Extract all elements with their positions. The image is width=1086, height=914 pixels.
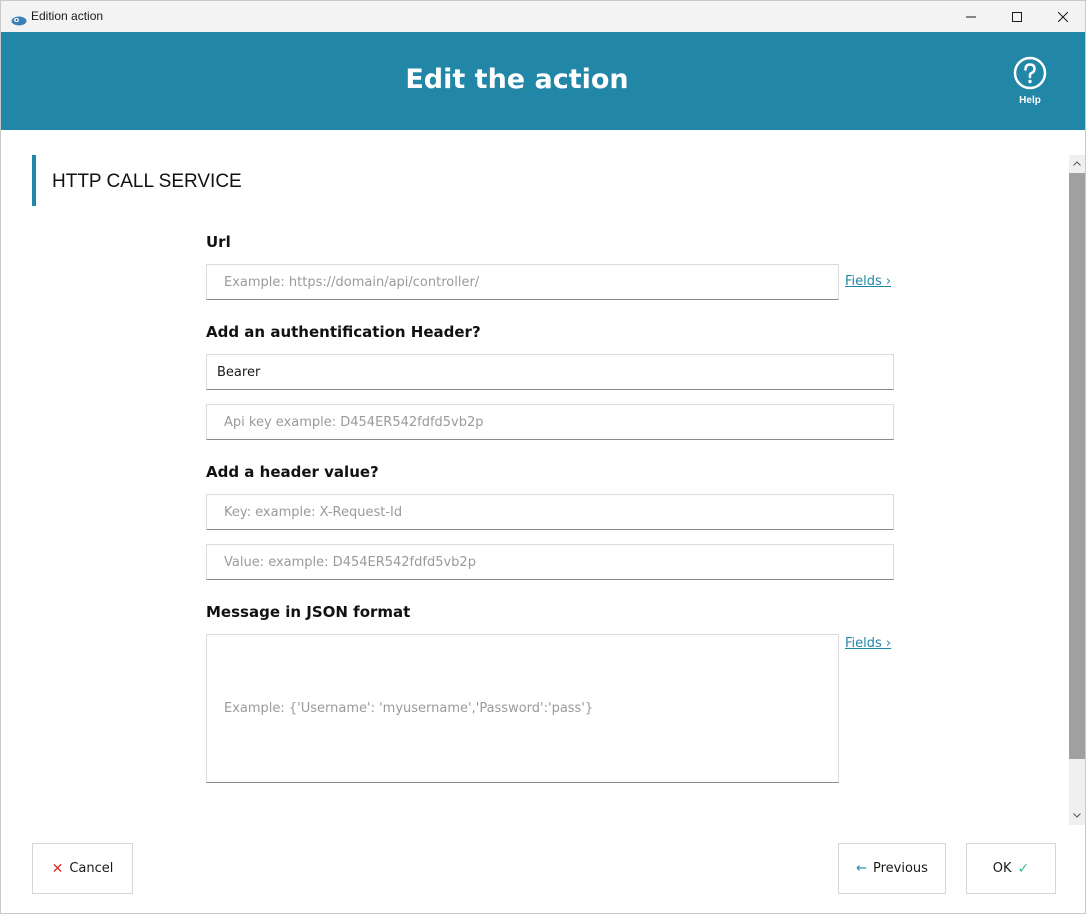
scroll-down-arrow-icon[interactable] <box>1069 807 1085 824</box>
cancel-button[interactable]: ✕ Cancel <box>32 843 133 894</box>
header-banner: Edit the action Help <box>1 32 1085 130</box>
message-fields-link[interactable]: Fields › <box>845 636 891 651</box>
scroll-up-arrow-icon[interactable] <box>1069 155 1085 172</box>
close-button[interactable] <box>1040 1 1086 32</box>
page-title: Edit the action <box>405 64 629 95</box>
message-json-textarea[interactable] <box>206 634 839 783</box>
scrollbar-thumb[interactable] <box>1069 173 1085 759</box>
minimize-icon <box>966 16 976 17</box>
message-json-label: Message in JSON format <box>206 603 411 621</box>
header-key-input[interactable] <box>206 494 894 530</box>
question-circle-icon <box>1013 56 1047 90</box>
cancel-label: Cancel <box>69 861 114 876</box>
auth-header-label: Add an authentification Header? <box>206 323 481 341</box>
check-icon: ✓ <box>1017 860 1030 877</box>
previous-button[interactable]: ← Previous <box>838 843 946 894</box>
api-key-input[interactable] <box>206 404 894 440</box>
x-icon: ✕ <box>51 860 64 877</box>
section-accent-bar <box>32 155 36 206</box>
help-button[interactable]: Help <box>1009 56 1051 106</box>
header-value-input[interactable] <box>206 544 894 580</box>
maximize-icon <box>1012 11 1022 22</box>
app-logo-icon <box>11 11 27 26</box>
url-fields-link[interactable]: Fields › <box>845 274 891 289</box>
vertical-scrollbar[interactable] <box>1069 155 1085 825</box>
arrow-left-icon: ← <box>856 861 867 876</box>
auth-type-input[interactable] <box>206 354 894 390</box>
help-label: Help <box>1019 95 1041 106</box>
header-value-label: Add a header value? <box>206 463 379 481</box>
window-title: Edition action <box>31 9 104 23</box>
edition-action-window: Edition action Edit the action Help HTTP… <box>0 0 1086 914</box>
title-bar: Edition action <box>1 1 1085 32</box>
close-icon <box>1058 11 1068 22</box>
ok-label: OK <box>992 861 1012 876</box>
maximize-button[interactable] <box>994 1 1040 32</box>
minimize-button[interactable] <box>948 1 994 32</box>
section-title: HTTP CALL SERVICE <box>52 171 242 192</box>
previous-label: Previous <box>872 861 928 876</box>
url-input[interactable] <box>206 264 839 300</box>
ok-button[interactable]: OK ✓ <box>966 843 1056 894</box>
url-label: Url <box>206 233 231 251</box>
